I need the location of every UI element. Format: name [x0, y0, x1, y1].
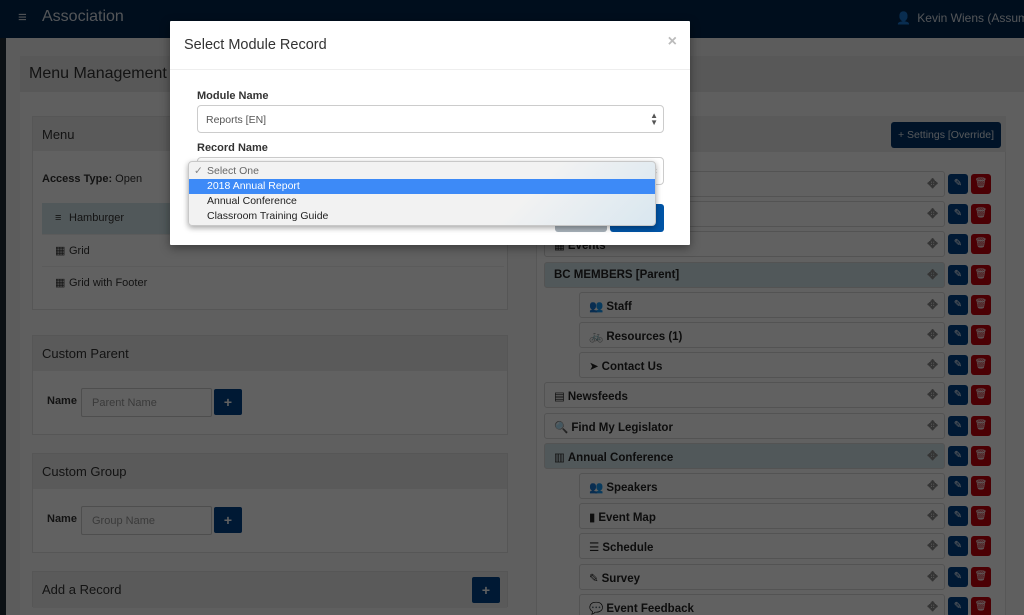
modal-title: Select Module Record: [184, 37, 327, 53]
record-option-annual-conference[interactable]: Annual Conference: [189, 194, 655, 209]
record-option-label: Annual Conference: [207, 195, 297, 207]
record-option-select-one[interactable]: ✓ Select One: [189, 164, 655, 179]
record-option-label: Classroom Training Guide: [207, 210, 329, 222]
module-name-label: Module Name: [197, 90, 269, 102]
record-name-label: Record Name: [197, 142, 268, 154]
record-option-label: 2018 Annual Report: [207, 180, 300, 192]
module-name-value: Reports [EN]: [206, 114, 267, 126]
check-icon: ✓: [194, 165, 203, 177]
record-name-dropdown: ✓ Select One 2018 Annual Report Annual Co…: [188, 161, 656, 226]
close-icon[interactable]: ×: [668, 33, 677, 51]
modal-divider: [170, 69, 690, 70]
record-option-classroom-training-guide[interactable]: Classroom Training Guide: [189, 209, 655, 224]
record-option-2018-annual-report[interactable]: 2018 Annual Report: [189, 179, 655, 194]
select-arrows-icon: ▲▼: [650, 111, 658, 127]
record-option-label: Select One: [207, 165, 259, 177]
module-name-select[interactable]: Reports [EN] ▲ ▼: [197, 105, 664, 133]
